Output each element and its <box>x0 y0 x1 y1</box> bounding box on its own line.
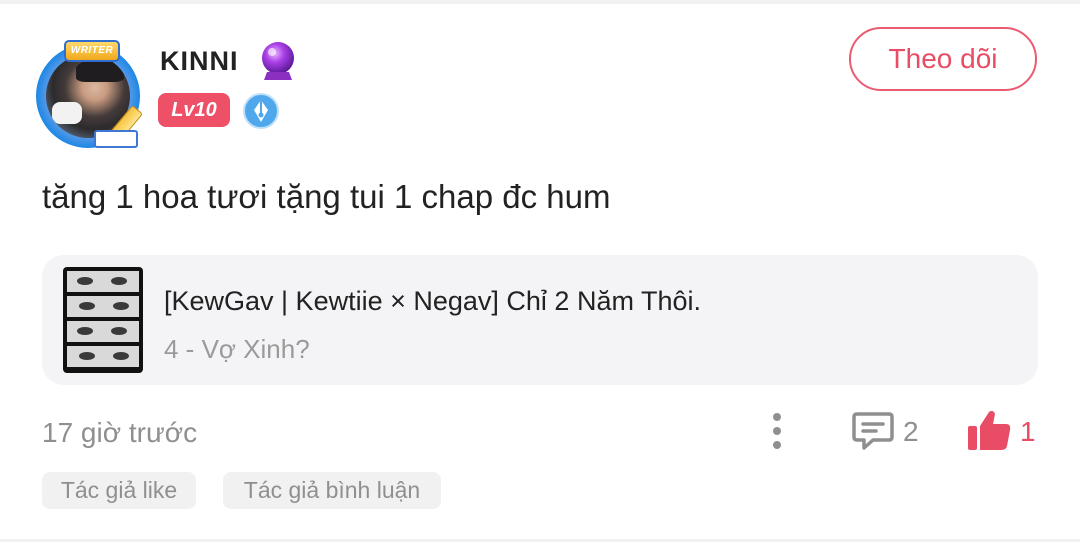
writer-badge: WRITER <box>64 40 120 62</box>
story-title: [KewGav | Kewtiie × Negav] Chỉ 2 Năm Thô… <box>164 286 701 316</box>
top-divider <box>0 0 1080 4</box>
author-like-tag: Tác giả like <box>42 472 196 509</box>
story-card[interactable]: [KewGav | Kewtiie × Negav] Chỉ 2 Năm Thô… <box>42 255 1038 385</box>
comment-text: tăng 1 hoa tươi tặng tui 1 chap đc hum <box>42 178 611 215</box>
author-comment-tag: Tác giả bình luận <box>223 472 441 509</box>
story-thumbnail <box>63 267 143 373</box>
thumbs-up-icon[interactable] <box>966 408 1012 452</box>
username[interactable]: KINNI <box>160 46 239 77</box>
like-count: 1 <box>1020 416 1036 447</box>
comment-count: 2 <box>903 416 919 447</box>
follow-button[interactable]: Theo dõi <box>849 27 1037 91</box>
more-options-icon[interactable] <box>767 410 787 452</box>
timestamp: 17 giờ trước <box>42 417 198 448</box>
book-icon <box>94 130 138 148</box>
story-chapter: 4 - Vợ Xinh? <box>164 334 310 364</box>
avatar[interactable]: WRITER <box>30 38 148 150</box>
pen-nib-badge-icon <box>243 93 279 129</box>
level-badge: Lv10 <box>158 93 230 127</box>
comment-icon[interactable] <box>851 410 895 452</box>
crystal-ball-icon <box>262 42 294 80</box>
